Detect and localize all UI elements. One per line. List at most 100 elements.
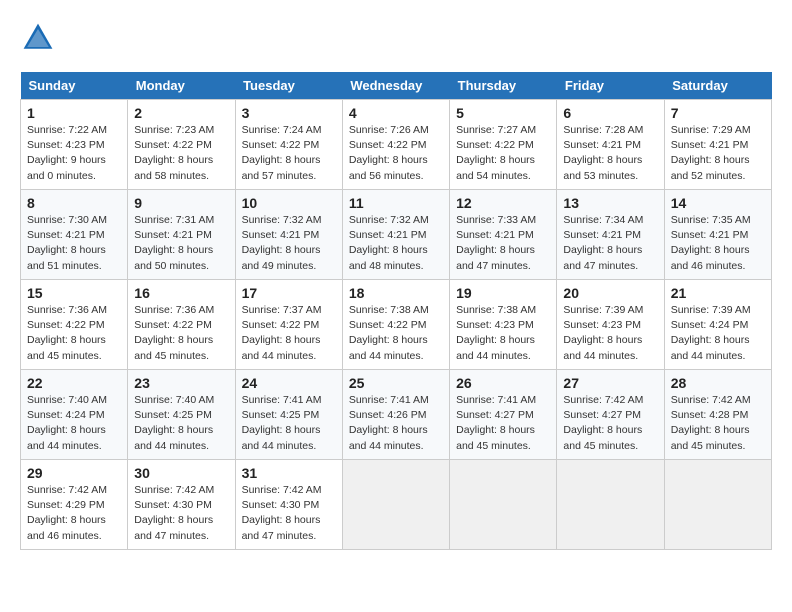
calendar-week-row: 22Sunrise: 7:40 AMSunset: 4:24 PMDayligh… xyxy=(21,370,772,460)
day-number: 4 xyxy=(349,105,443,121)
calendar-cell: 11 Sunrise: 7:32 AMSunset: 4:21 PMDayligh… xyxy=(342,190,449,280)
calendar-cell: 31 Sunrise: 7:42 AMSunset: 4:30 PMDayligh… xyxy=(235,460,342,550)
day-number: 16 xyxy=(134,285,228,301)
calendar-cell: 7 Sunrise: 7:29 AMSunset: 4:21 PMDaylight… xyxy=(664,100,771,190)
calendar-cell: 24Sunrise: 7:41 AMSunset: 4:25 PMDayligh… xyxy=(235,370,342,460)
calendar-cell: 23Sunrise: 7:40 AMSunset: 4:25 PMDayligh… xyxy=(128,370,235,460)
calendar-cell: 8 Sunrise: 7:30 AMSunset: 4:21 PMDaylight… xyxy=(21,190,128,280)
calendar-cell: 17 Sunrise: 7:37 AMSunset: 4:22 PMDayligh… xyxy=(235,280,342,370)
calendar-cell xyxy=(557,460,664,550)
col-header-saturday: Saturday xyxy=(664,72,771,100)
calendar-cell: 25 Sunrise: 7:41 AMSunset: 4:26 PMDayligh… xyxy=(342,370,449,460)
day-number: 10 xyxy=(242,195,336,211)
day-info: Sunrise: 7:24 AMSunset: 4:22 PMDaylight:… xyxy=(242,123,336,184)
calendar-header-row: SundayMondayTuesdayWednesdayThursdayFrid… xyxy=(21,72,772,100)
day-info: Sunrise: 7:41 AMSunset: 4:26 PMDaylight:… xyxy=(349,393,443,454)
calendar-cell: 29 Sunrise: 7:42 AMSunset: 4:29 PMDayligh… xyxy=(21,460,128,550)
day-info: Sunrise: 7:36 AMSunset: 4:22 PMDaylight:… xyxy=(27,303,121,364)
calendar-week-row: 29 Sunrise: 7:42 AMSunset: 4:29 PMDayligh… xyxy=(21,460,772,550)
col-header-sunday: Sunday xyxy=(21,72,128,100)
day-info: Sunrise: 7:33 AMSunset: 4:21 PMDaylight:… xyxy=(456,213,550,274)
col-header-tuesday: Tuesday xyxy=(235,72,342,100)
col-header-thursday: Thursday xyxy=(450,72,557,100)
day-info: Sunrise: 7:40 AMSunset: 4:24 PMDaylight:… xyxy=(27,393,121,454)
day-info: Sunrise: 7:36 AMSunset: 4:22 PMDaylight:… xyxy=(134,303,228,364)
day-info: Sunrise: 7:38 AMSunset: 4:22 PMDaylight:… xyxy=(349,303,443,364)
day-info: Sunrise: 7:42 AMSunset: 4:28 PMDaylight:… xyxy=(671,393,765,454)
day-info: Sunrise: 7:28 AMSunset: 4:21 PMDaylight:… xyxy=(563,123,657,184)
day-number: 11 xyxy=(349,195,443,211)
calendar-cell: 1 Sunrise: 7:22 AMSunset: 4:23 PMDaylight… xyxy=(21,100,128,190)
calendar-cell: 28 Sunrise: 7:42 AMSunset: 4:28 PMDayligh… xyxy=(664,370,771,460)
calendar-cell: 22Sunrise: 7:40 AMSunset: 4:24 PMDayligh… xyxy=(21,370,128,460)
calendar-cell: 27Sunrise: 7:42 AMSunset: 4:27 PMDayligh… xyxy=(557,370,664,460)
calendar-cell: 6 Sunrise: 7:28 AMSunset: 4:21 PMDaylight… xyxy=(557,100,664,190)
calendar-cell: 12 Sunrise: 7:33 AMSunset: 4:21 PMDayligh… xyxy=(450,190,557,280)
day-info: Sunrise: 7:31 AMSunset: 4:21 PMDaylight:… xyxy=(134,213,228,274)
col-header-wednesday: Wednesday xyxy=(342,72,449,100)
day-number: 26 xyxy=(456,375,550,391)
calendar-week-row: 8 Sunrise: 7:30 AMSunset: 4:21 PMDaylight… xyxy=(21,190,772,280)
day-number: 3 xyxy=(242,105,336,121)
day-info: Sunrise: 7:39 AMSunset: 4:24 PMDaylight:… xyxy=(671,303,765,364)
calendar-cell xyxy=(664,460,771,550)
calendar-cell: 3 Sunrise: 7:24 AMSunset: 4:22 PMDaylight… xyxy=(235,100,342,190)
calendar-cell: 21Sunrise: 7:39 AMSunset: 4:24 PMDayligh… xyxy=(664,280,771,370)
day-info: Sunrise: 7:22 AMSunset: 4:23 PMDaylight:… xyxy=(27,123,121,184)
day-info: Sunrise: 7:26 AMSunset: 4:22 PMDaylight:… xyxy=(349,123,443,184)
day-number: 6 xyxy=(563,105,657,121)
calendar-cell: 14 Sunrise: 7:35 AMSunset: 4:21 PMDayligh… xyxy=(664,190,771,280)
calendar-cell xyxy=(342,460,449,550)
col-header-friday: Friday xyxy=(557,72,664,100)
day-number: 27 xyxy=(563,375,657,391)
day-number: 28 xyxy=(671,375,765,391)
day-number: 25 xyxy=(349,375,443,391)
day-info: Sunrise: 7:39 AMSunset: 4:23 PMDaylight:… xyxy=(563,303,657,364)
day-number: 14 xyxy=(671,195,765,211)
calendar-cell: 2 Sunrise: 7:23 AMSunset: 4:22 PMDaylight… xyxy=(128,100,235,190)
calendar-week-row: 1 Sunrise: 7:22 AMSunset: 4:23 PMDaylight… xyxy=(21,100,772,190)
day-number: 20 xyxy=(563,285,657,301)
day-info: Sunrise: 7:30 AMSunset: 4:21 PMDaylight:… xyxy=(27,213,121,274)
day-info: Sunrise: 7:38 AMSunset: 4:23 PMDaylight:… xyxy=(456,303,550,364)
day-number: 1 xyxy=(27,105,121,121)
day-number: 8 xyxy=(27,195,121,211)
day-number: 24 xyxy=(242,375,336,391)
calendar-cell: 20 Sunrise: 7:39 AMSunset: 4:23 PMDayligh… xyxy=(557,280,664,370)
day-info: Sunrise: 7:29 AMSunset: 4:21 PMDaylight:… xyxy=(671,123,765,184)
page-header xyxy=(20,20,772,56)
calendar-cell: 16 Sunrise: 7:36 AMSunset: 4:22 PMDayligh… xyxy=(128,280,235,370)
day-number: 23 xyxy=(134,375,228,391)
day-number: 29 xyxy=(27,465,121,481)
day-info: Sunrise: 7:27 AMSunset: 4:22 PMDaylight:… xyxy=(456,123,550,184)
day-info: Sunrise: 7:35 AMSunset: 4:21 PMDaylight:… xyxy=(671,213,765,274)
day-number: 9 xyxy=(134,195,228,211)
day-number: 5 xyxy=(456,105,550,121)
calendar-cell: 9 Sunrise: 7:31 AMSunset: 4:21 PMDaylight… xyxy=(128,190,235,280)
day-number: 18 xyxy=(349,285,443,301)
calendar-cell: 5 Sunrise: 7:27 AMSunset: 4:22 PMDaylight… xyxy=(450,100,557,190)
day-number: 19 xyxy=(456,285,550,301)
calendar-cell: 13Sunrise: 7:34 AMSunset: 4:21 PMDayligh… xyxy=(557,190,664,280)
calendar-cell xyxy=(450,460,557,550)
day-number: 30 xyxy=(134,465,228,481)
day-info: Sunrise: 7:41 AMSunset: 4:27 PMDaylight:… xyxy=(456,393,550,454)
day-number: 7 xyxy=(671,105,765,121)
logo-icon xyxy=(20,20,56,56)
day-info: Sunrise: 7:32 AMSunset: 4:21 PMDaylight:… xyxy=(349,213,443,274)
calendar-week-row: 15Sunrise: 7:36 AMSunset: 4:22 PMDayligh… xyxy=(21,280,772,370)
day-number: 2 xyxy=(134,105,228,121)
calendar-cell: 18 Sunrise: 7:38 AMSunset: 4:22 PMDayligh… xyxy=(342,280,449,370)
day-info: Sunrise: 7:34 AMSunset: 4:21 PMDaylight:… xyxy=(563,213,657,274)
calendar-cell: 26 Sunrise: 7:41 AMSunset: 4:27 PMDayligh… xyxy=(450,370,557,460)
day-info: Sunrise: 7:37 AMSunset: 4:22 PMDaylight:… xyxy=(242,303,336,364)
col-header-monday: Monday xyxy=(128,72,235,100)
day-info: Sunrise: 7:42 AMSunset: 4:29 PMDaylight:… xyxy=(27,483,121,544)
day-number: 17 xyxy=(242,285,336,301)
day-info: Sunrise: 7:23 AMSunset: 4:22 PMDaylight:… xyxy=(134,123,228,184)
day-number: 12 xyxy=(456,195,550,211)
calendar-cell: 4 Sunrise: 7:26 AMSunset: 4:22 PMDaylight… xyxy=(342,100,449,190)
day-info: Sunrise: 7:42 AMSunset: 4:30 PMDaylight:… xyxy=(242,483,336,544)
day-number: 31 xyxy=(242,465,336,481)
calendar-cell: 30Sunrise: 7:42 AMSunset: 4:30 PMDayligh… xyxy=(128,460,235,550)
